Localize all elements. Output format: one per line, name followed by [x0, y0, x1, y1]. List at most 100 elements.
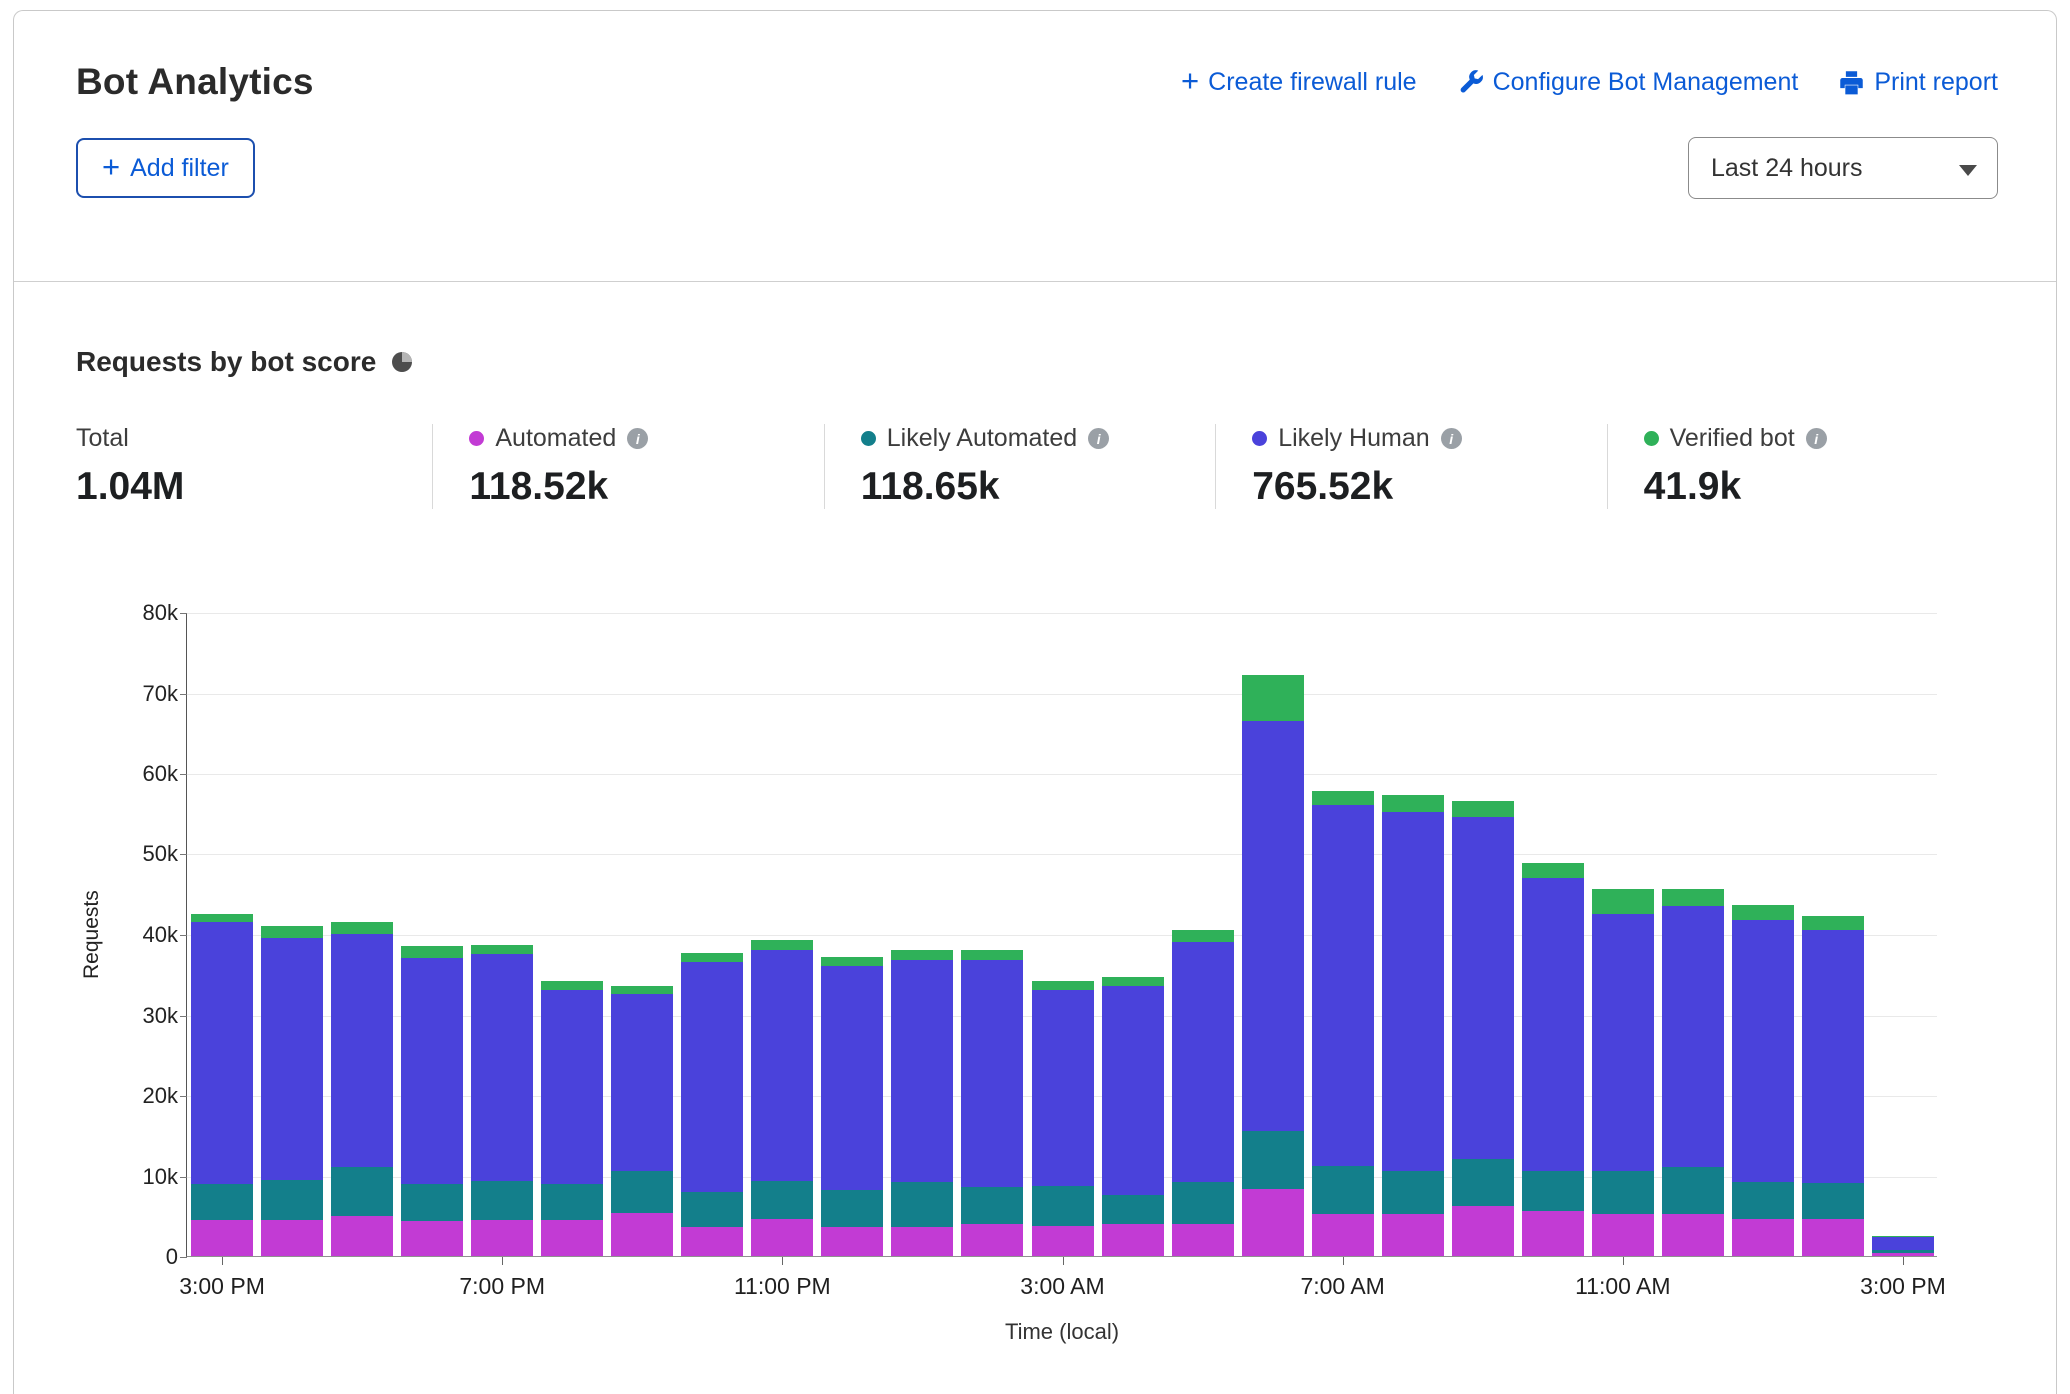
- bar-segment-automated: [681, 1227, 743, 1256]
- plus-icon: +: [1181, 65, 1199, 96]
- bar-stack[interactable]: [681, 953, 743, 1256]
- bar-segment-automated: [1872, 1253, 1934, 1256]
- bar-segment-automated: [1452, 1206, 1514, 1256]
- bar-segment-automated: [1522, 1211, 1584, 1256]
- bar-stack[interactable]: [821, 957, 883, 1256]
- bar-stack[interactable]: [751, 940, 813, 1256]
- bar-stack[interactable]: [1312, 791, 1374, 1256]
- bar-segment-likely-human: [611, 994, 673, 1171]
- bar-segment-likely-automated: [1172, 1182, 1234, 1224]
- stat-automated-label: Automated: [495, 424, 616, 453]
- y-tick-label: 40k: [76, 922, 178, 948]
- bar-segment-verified-bot: [611, 986, 673, 994]
- y-tick-label: 30k: [76, 1003, 178, 1029]
- bar-stack[interactable]: [1102, 977, 1164, 1256]
- bar-segment-likely-human: [1592, 914, 1654, 1171]
- bar-segment-verified-bot: [471, 945, 533, 955]
- bar-segment-verified-bot: [681, 953, 743, 963]
- bar-segment-likely-human: [1242, 721, 1304, 1132]
- bar-stack[interactable]: [1172, 930, 1234, 1256]
- bar-stack[interactable]: [961, 950, 1023, 1256]
- info-icon[interactable]: i: [627, 428, 648, 449]
- print-report-link[interactable]: Print report: [1838, 68, 1998, 97]
- add-filter-button[interactable]: + Add filter: [76, 138, 255, 198]
- bar-segment-verified-bot: [821, 957, 883, 967]
- bar-stack[interactable]: [611, 986, 673, 1256]
- bar-segment-likely-automated: [261, 1180, 323, 1220]
- x-tick-mark: [782, 1257, 783, 1265]
- bar-segment-likely-human: [821, 966, 883, 1190]
- bar-segment-automated: [751, 1219, 813, 1256]
- automated-dot-icon: [469, 431, 484, 446]
- y-tick-label: 60k: [76, 761, 178, 787]
- header-actions: + Create firewall rule Configure Bot Man…: [1181, 67, 1998, 98]
- bar-stack[interactable]: [1522, 863, 1584, 1256]
- chart-plot-area: Time (local) 3:00 PM7:00 PM11:00 PM3:00 …: [186, 613, 1937, 1257]
- y-tick-mark: [180, 1016, 187, 1017]
- bar-segment-likely-human: [471, 954, 533, 1181]
- bar-segment-verified-bot: [1592, 889, 1654, 914]
- bar-segment-likely-automated: [961, 1187, 1023, 1224]
- bar-stack[interactable]: [471, 945, 533, 1257]
- bar-stack[interactable]: [1592, 889, 1654, 1256]
- stat-likely-human-value: 765.52k: [1252, 465, 1606, 509]
- x-tick-mark: [1343, 1257, 1344, 1265]
- bar-segment-likely-automated: [1102, 1195, 1164, 1224]
- bar-segment-verified-bot: [961, 950, 1023, 960]
- bar-segment-likely-automated: [611, 1171, 673, 1213]
- bar-stack[interactable]: [401, 946, 463, 1256]
- bar-segment-likely-automated: [681, 1192, 743, 1227]
- y-tick-mark: [180, 1177, 187, 1178]
- bar-segment-likely-human: [1872, 1237, 1934, 1250]
- bar-stack[interactable]: [1662, 889, 1724, 1256]
- bar-segment-automated: [471, 1220, 533, 1256]
- bar-segment-automated: [1382, 1214, 1444, 1256]
- bar-stack[interactable]: [191, 914, 253, 1256]
- bar-segment-likely-automated: [1732, 1182, 1794, 1219]
- bar-segment-automated: [1172, 1224, 1234, 1256]
- bar-stack[interactable]: [1382, 795, 1444, 1256]
- bar-segment-likely-human: [751, 950, 813, 1181]
- x-tick-label: 11:00 AM: [1548, 1273, 1698, 1300]
- bar-segment-likely-automated: [1662, 1167, 1724, 1214]
- bar-segment-verified-bot: [1732, 905, 1794, 920]
- bar-segment-likely-automated: [191, 1184, 253, 1220]
- bar-segment-likely-automated: [891, 1182, 953, 1227]
- bar-stack[interactable]: [1872, 1236, 1934, 1256]
- bar-segment-automated: [1102, 1224, 1164, 1256]
- bar-stack[interactable]: [1242, 675, 1304, 1256]
- time-range-select[interactable]: Last 24 hours: [1688, 137, 1998, 199]
- x-tick-mark: [1903, 1257, 1904, 1265]
- bar-segment-automated: [1032, 1226, 1094, 1256]
- stat-verified-bot-label: Verified bot: [1670, 424, 1795, 453]
- bar-segment-automated: [1592, 1214, 1654, 1256]
- bar-stack[interactable]: [891, 950, 953, 1256]
- info-icon[interactable]: i: [1441, 428, 1462, 449]
- configure-bot-management-link[interactable]: Configure Bot Management: [1457, 68, 1799, 97]
- bar-segment-likely-human: [1382, 812, 1444, 1171]
- verified-bot-dot-icon: [1644, 431, 1659, 446]
- bar-segment-likely-automated: [1802, 1183, 1864, 1219]
- create-firewall-rule-link[interactable]: + Create firewall rule: [1181, 67, 1417, 98]
- bar-stack[interactable]: [1732, 905, 1794, 1256]
- stat-total-value: 1.04M: [76, 465, 432, 509]
- bar-segment-likely-human: [1312, 805, 1374, 1166]
- x-tick-mark: [1063, 1257, 1064, 1265]
- bar-segment-verified-bot: [1102, 977, 1164, 987]
- bar-stack[interactable]: [261, 926, 323, 1256]
- x-tick-label: 7:00 AM: [1268, 1273, 1418, 1300]
- bar-stack[interactable]: [1032, 981, 1094, 1256]
- stat-automated-value: 118.52k: [469, 465, 823, 509]
- bar-segment-likely-human: [1102, 986, 1164, 1194]
- info-icon[interactable]: i: [1806, 428, 1827, 449]
- bar-segment-likely-human: [261, 938, 323, 1180]
- bar-stack[interactable]: [1802, 916, 1864, 1256]
- bar-stack[interactable]: [331, 922, 393, 1256]
- bar-segment-likely-human: [1032, 990, 1094, 1186]
- info-icon[interactable]: i: [1088, 428, 1109, 449]
- bar-stack[interactable]: [541, 981, 603, 1256]
- gridline: [187, 854, 1937, 855]
- bar-segment-likely-automated: [751, 1181, 813, 1219]
- bar-segment-likely-automated: [331, 1167, 393, 1215]
- bar-stack[interactable]: [1452, 801, 1514, 1256]
